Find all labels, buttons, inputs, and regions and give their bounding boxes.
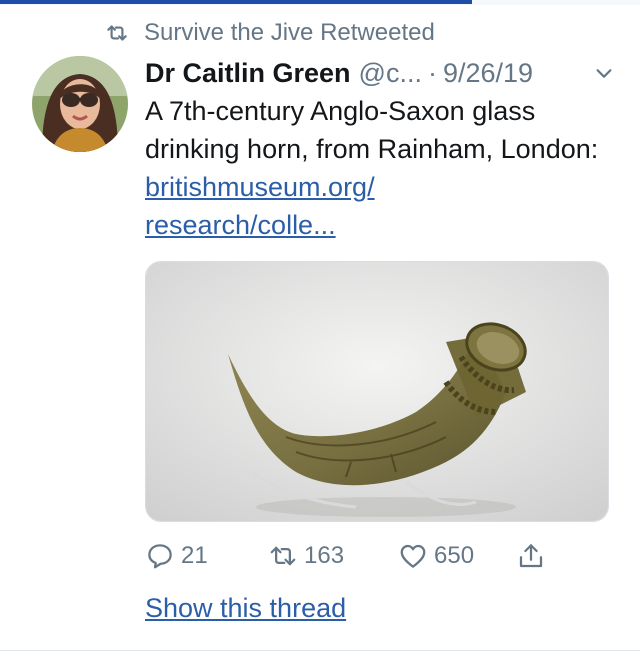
tweet-actions: 21 163 650 xyxy=(145,536,615,576)
share-button[interactable] xyxy=(516,541,546,571)
share-icon xyxy=(519,544,543,568)
retweet-icon xyxy=(107,25,127,41)
retweet-icon xyxy=(270,546,296,566)
header-separator: · xyxy=(427,57,437,88)
retweet-context-label: Survive the Jive Retweeted xyxy=(144,19,435,46)
tweet-body: A 7th-century Anglo-Saxon glass drinking… xyxy=(145,92,615,244)
tweet-header: Dr Caitlin Green @c... · 9/26/19 xyxy=(145,54,615,92)
tweet-text: A 7th-century Anglo-Saxon glass drinking… xyxy=(145,96,599,164)
tweet-link-part1[interactable]: britishmuseum.org/ xyxy=(145,172,375,202)
retweet-count: 163 xyxy=(304,542,345,569)
reply-count: 21 xyxy=(181,542,208,569)
reply-icon xyxy=(148,544,172,569)
reply-button[interactable]: 21 xyxy=(145,541,268,571)
top-divider xyxy=(0,0,640,5)
show-thread-link[interactable]: Show this thread xyxy=(145,593,346,624)
chevron-down-icon[interactable] xyxy=(593,62,615,84)
retweet-context[interactable]: Survive the Jive Retweeted xyxy=(104,18,435,48)
heart-icon xyxy=(400,544,426,568)
author-handle[interactable]: @c... xyxy=(359,58,422,89)
author-name[interactable]: Dr Caitlin Green xyxy=(145,58,351,89)
like-count: 650 xyxy=(434,542,475,569)
tweet-divider xyxy=(0,650,640,651)
avatar[interactable] xyxy=(32,56,128,152)
drinking-horn-photo xyxy=(146,262,608,521)
top-accent-bar xyxy=(0,0,472,4)
like-button[interactable]: 650 xyxy=(398,541,516,571)
retweet-button[interactable]: 163 xyxy=(268,541,398,571)
avatar-photo xyxy=(32,56,128,152)
tweet-link-part2[interactable]: research/colle... xyxy=(145,210,336,240)
tweet-media-image[interactable] xyxy=(145,261,609,522)
tweet-date[interactable]: 9/26/19 xyxy=(443,58,533,89)
